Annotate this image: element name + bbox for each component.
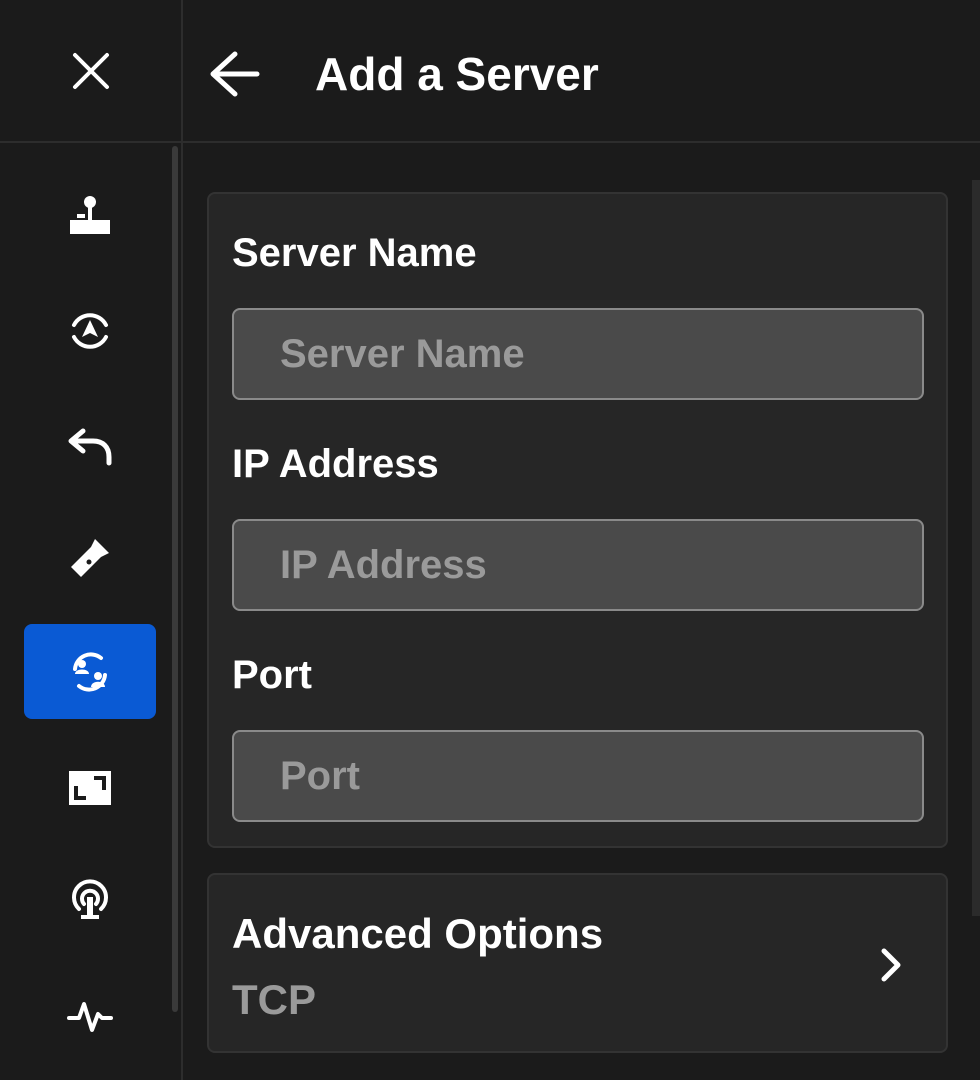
rail-item-broadcast[interactable]: [24, 852, 156, 947]
rail-item-flashlight[interactable]: [24, 510, 156, 605]
app-window: Add a Server Server Name IP Address Port…: [0, 0, 980, 1080]
arrow-left-icon: [210, 51, 260, 97]
advanced-options-value: TCP: [232, 976, 316, 1023]
recenter-icon: [72, 312, 108, 349]
back-button[interactable]: [205, 44, 265, 104]
joystick-icon: [70, 195, 110, 234]
port-input[interactable]: [232, 730, 924, 822]
rail-item-recenter[interactable]: [24, 283, 156, 378]
rail-header: [0, 0, 181, 143]
activity-icon: [67, 1001, 113, 1032]
left-rail: [0, 0, 183, 1080]
ip-address-input[interactable]: [232, 519, 924, 611]
broadcast-icon: [72, 878, 108, 919]
close-icon: [72, 52, 109, 89]
page-header: Add a Server: [183, 0, 980, 143]
undo-icon: [68, 428, 112, 465]
rail-item-activity[interactable]: [24, 968, 156, 1063]
rail-item-undo[interactable]: [24, 398, 156, 493]
rail-item-user-switch[interactable]: [24, 624, 156, 719]
server-form-card: Server Name IP Address Port: [207, 192, 948, 848]
rail-item-fullscreen[interactable]: [24, 740, 156, 835]
chevron-right-icon: [876, 945, 906, 985]
ip-address-label: IP Address: [232, 442, 439, 486]
advanced-options-title: Advanced Options: [232, 910, 604, 957]
fullscreen-icon: [69, 770, 111, 805]
port-label: Port: [232, 653, 312, 697]
server-name-label: Server Name: [232, 231, 477, 275]
advanced-options-button[interactable]: Advanced Options TCP: [207, 873, 948, 1053]
flashlight-icon: [71, 538, 109, 577]
close-button[interactable]: [61, 41, 121, 101]
content-scrollbar[interactable]: [972, 180, 980, 916]
page-title: Add a Server: [315, 48, 599, 100]
rail-scrollbar[interactable]: [172, 146, 178, 1012]
rail-item-joystick[interactable]: [24, 168, 156, 263]
server-name-input[interactable]: [232, 308, 924, 400]
user-switch-icon: [73, 652, 107, 691]
